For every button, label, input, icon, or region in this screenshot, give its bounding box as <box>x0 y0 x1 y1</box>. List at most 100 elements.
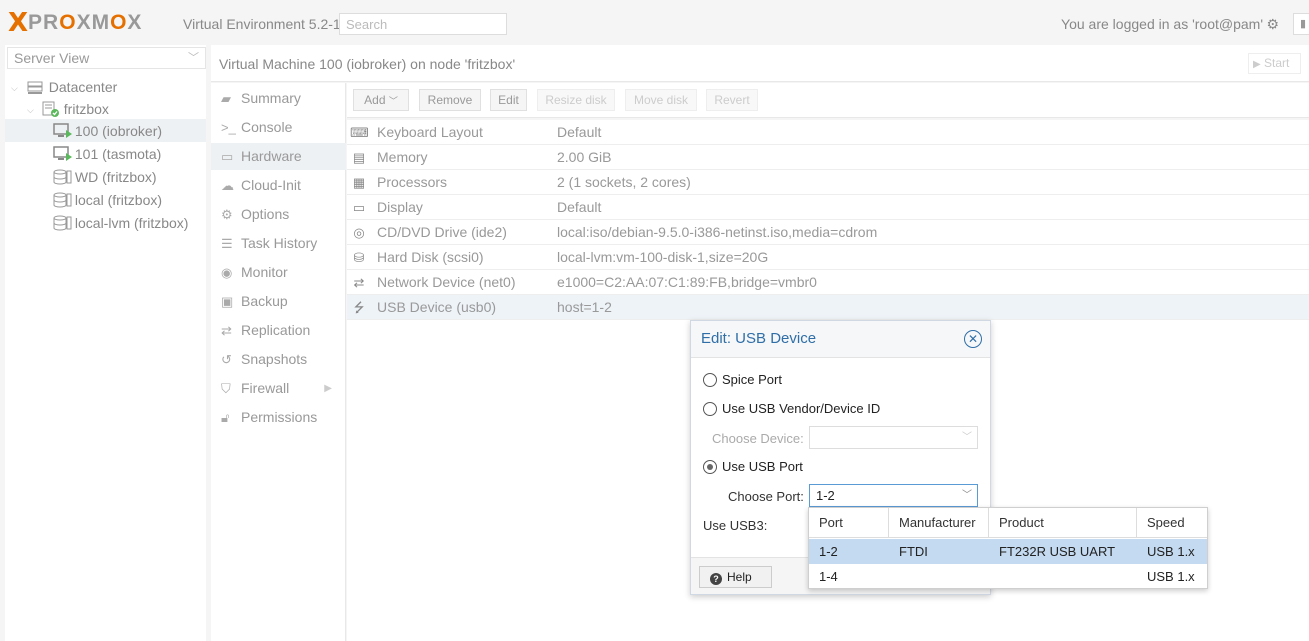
login-status: You are logged in as 'root@pam' <box>1061 16 1263 32</box>
dialog-title: Edit: USB Device <box>701 330 817 347</box>
hw-key: Display <box>377 199 423 215</box>
radio-label: Use USB Vendor/Device ID <box>722 401 881 416</box>
gear-icon[interactable]: ⚙ <box>1266 16 1279 33</box>
column-header-manufacturer[interactable]: Manufacturer <box>889 508 989 538</box>
choose-port-label: Choose Port: <box>728 489 804 504</box>
cpu-icon: ▦ <box>352 175 366 190</box>
radio-label: Spice Port <box>722 372 782 387</box>
start-label: Start <box>1264 56 1290 70</box>
help-button[interactable]: ? Help <box>699 566 772 588</box>
tree-item-storage-local-lvm[interactable]: local-lvm (fritzbox) <box>5 211 206 234</box>
server-view-select[interactable]: Server View ﹀ <box>7 47 206 69</box>
column-header-port[interactable]: Port <box>809 508 889 538</box>
hdd-icon: ⛁ <box>353 250 365 265</box>
nav-label: Permissions <box>241 409 318 425</box>
edit-button[interactable]: Edit <box>490 89 527 111</box>
nav-label: Snapshots <box>241 351 308 367</box>
hw-key: Keyboard Layout <box>377 124 483 140</box>
start-button[interactable]: ▶ Start <box>1248 53 1301 74</box>
search-input[interactable] <box>339 13 507 35</box>
vm-running-icon <box>53 123 72 139</box>
hw-row-memory[interactable]: ▤ Memory 2.00 GiB <box>347 145 1309 170</box>
hw-row-processors[interactable]: ▦ Processors 2 (1 sockets, 2 cores) <box>347 170 1309 195</box>
hw-key: CD/DVD Drive (ide2) <box>377 224 507 240</box>
revert-button[interactable]: Revert <box>706 89 758 111</box>
tree-item-vm-100[interactable]: 100 (iobroker) <box>5 119 206 142</box>
logo-o-2: O <box>110 11 128 34</box>
nav-replication[interactable]: ⇄ Replication <box>211 317 346 344</box>
nav-hardware[interactable]: ▭ Hardware <box>211 143 346 170</box>
nav-monitor[interactable]: ◉ Monitor <box>211 259 346 286</box>
remove-button[interactable]: Remove <box>419 89 481 111</box>
add-button[interactable]: Add ﹀ <box>353 89 409 111</box>
history-icon: ↺ <box>221 352 232 367</box>
proxmox-logo[interactable]: X PROXMOX <box>8 10 142 36</box>
caret-right-icon: ▶ <box>324 383 332 394</box>
tree-item-vm-101[interactable]: 101 (tasmota) <box>5 142 206 165</box>
picker-row[interactable]: 1-2 FTDI FT232R USB UART USB 1.x <box>809 539 1207 564</box>
vm-running-icon <box>53 146 72 162</box>
hw-row-hard-disk[interactable]: ⛁ Hard Disk (scsi0) local-lvm:vm-100-disk-… <box>347 245 1309 270</box>
hw-row-display[interactable]: ▭ Display Default <box>347 195 1309 220</box>
play-icon: ▶ <box>1253 59 1261 70</box>
cd-icon: ◎ <box>353 225 365 240</box>
tree-item-node-fritzbox[interactable]: ⌵ fritzbox <box>5 97 206 120</box>
chevron-down-icon[interactable]: ﹀ <box>962 485 972 506</box>
tree-item-label: 100 (iobroker) <box>74 122 163 139</box>
choose-device-combo[interactable]: ﹀ <box>809 426 978 449</box>
server-view-label: Server View <box>14 50 90 66</box>
memory-icon: ▤ <box>352 150 366 165</box>
hw-key: Memory <box>377 149 428 165</box>
radio-circle[interactable] <box>703 373 717 387</box>
radio-circle[interactable] <box>703 402 717 416</box>
hw-row-cdrom[interactable]: ◎ CD/DVD Drive (ide2) local:iso/debian-9.5… <box>347 220 1309 245</box>
gear-icon: ⚙ <box>221 207 233 222</box>
nav-backup[interactable]: ▣ Backup <box>211 288 346 315</box>
tree-item-datacenter[interactable]: ⌵ Datacenter <box>5 75 206 98</box>
choose-port-combo[interactable]: 1-2 ﹀ <box>809 484 978 507</box>
hw-key: Network Device (net0) <box>377 274 516 290</box>
picker-row[interactable]: 1-4 USB 1.x <box>809 564 1207 589</box>
nav-label: Cloud-Init <box>241 177 301 193</box>
hw-row-network[interactable]: ⇄ Network Device (net0) e1000=C2:AA:07:C1:… <box>347 270 1309 295</box>
usb-icon: ⭍ <box>353 300 365 315</box>
picker-header: Port Manufacturer Product Speed <box>809 508 1207 538</box>
column-header-product[interactable]: Product <box>989 508 1137 538</box>
logo-wordmark: PROXMOX <box>28 10 142 36</box>
cell-speed: USB 1.x <box>1147 569 1195 584</box>
nav-console[interactable]: >_ Console <box>211 114 346 141</box>
hw-value: local:iso/debian-9.5.0-i386-netinst.iso,… <box>557 224 878 240</box>
nav-label: Task History <box>241 235 318 251</box>
resize-disk-button[interactable]: Resize disk <box>537 89 615 111</box>
cell-manufacturer: FTDI <box>899 544 928 559</box>
hw-row-keyboard[interactable]: ⌨ Keyboard Layout Default <box>347 120 1309 145</box>
nav-permissions[interactable]: 🔓︎ Permissions <box>211 404 346 431</box>
radio-spice-port[interactable]: Spice Port <box>703 370 782 390</box>
page-title: Virtual Machine 100 (iobroker) on node '… <box>219 56 516 72</box>
nav-summary[interactable]: ▰ Summary <box>211 85 346 112</box>
hw-key: Processors <box>377 174 448 190</box>
tree-item-storage-local[interactable]: local (fritzbox) <box>5 188 206 211</box>
list-icon: ☰ <box>221 236 233 251</box>
radio-vendor-device[interactable]: Use USB Vendor/Device ID <box>703 399 880 419</box>
nav-label: Hardware <box>241 148 302 164</box>
node-icon <box>42 101 60 118</box>
chevron-down-icon: ﹀ <box>388 96 398 106</box>
radio-circle[interactable] <box>703 460 717 474</box>
nav-task-history[interactable]: ☰ Task History <box>211 230 346 257</box>
environment-title: Virtual Environment 5.2-1 <box>183 16 341 32</box>
terminal-icon: >_ <box>221 120 236 135</box>
nav-snapshots[interactable]: ↺ Snapshots <box>211 346 346 373</box>
nav-firewall[interactable]: ⛉ Firewall ▶ <box>211 375 346 402</box>
documentation-button[interactable]: ▮ <box>1293 13 1309 35</box>
tree-item-storage-wd[interactable]: WD (fritzbox) <box>5 165 206 188</box>
radio-usb-port[interactable]: Use USB Port <box>703 457 803 477</box>
top-bar: X PROXMOX Virtual Environment 5.2-1 You … <box>0 0 1309 45</box>
close-icon[interactable]: ✕ <box>964 330 982 348</box>
hw-row-usb[interactable]: ⭍ USB Device (usb0) host=1-2 <box>347 295 1309 320</box>
nav-cloud-init[interactable]: ☁ Cloud-Init <box>211 172 346 199</box>
move-disk-button[interactable]: Move disk <box>625 89 697 111</box>
dialog-header: Edit: USB Device ✕ <box>691 321 990 358</box>
nav-options[interactable]: ⚙ Options <box>211 201 346 228</box>
column-header-speed[interactable]: Speed <box>1137 508 1207 538</box>
